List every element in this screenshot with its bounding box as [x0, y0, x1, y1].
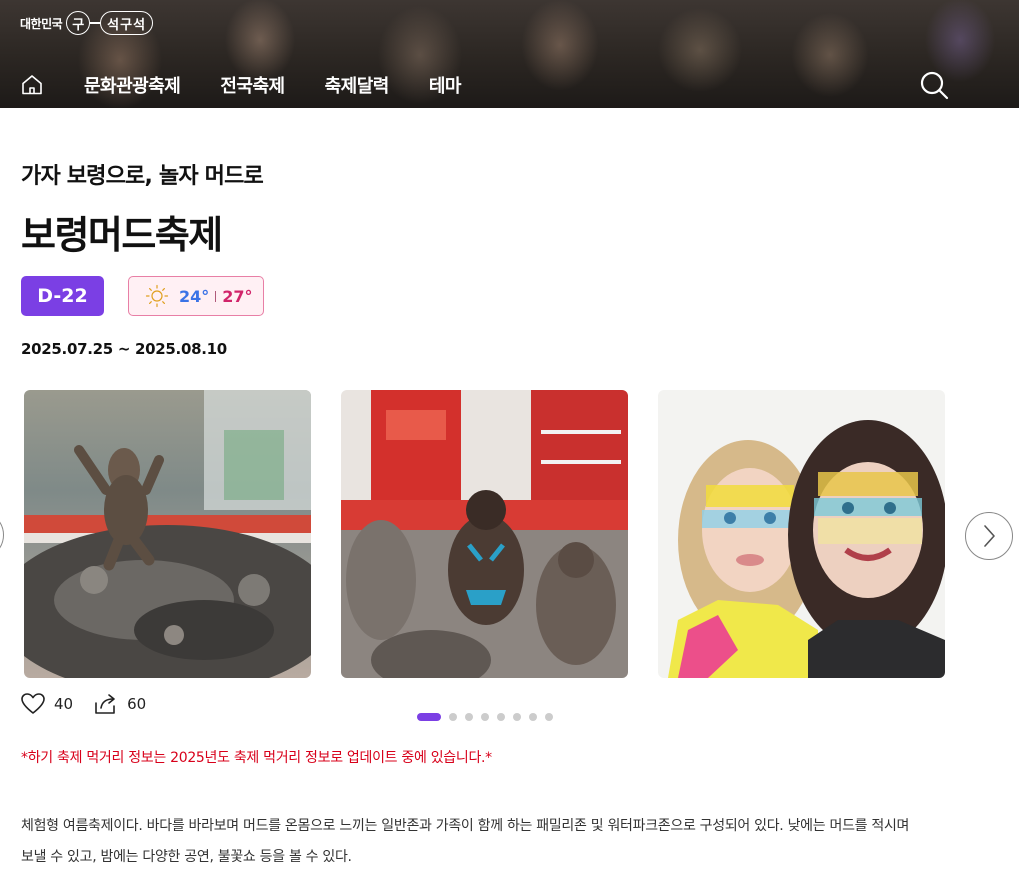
carousel-dot[interactable]	[465, 713, 473, 721]
dday-badge: D-22	[21, 276, 104, 316]
share-icon[interactable]	[93, 692, 119, 716]
nav-item-theme[interactable]: 테마	[429, 72, 462, 98]
carousel-prev-button[interactable]	[0, 511, 4, 559]
logo-pill: 석구석	[100, 11, 154, 35]
carousel-dot[interactable]	[497, 713, 505, 721]
carousel-slide[interactable]	[658, 390, 945, 678]
temp-divider	[215, 290, 217, 302]
heart-icon[interactable]	[20, 692, 46, 716]
carousel-dot[interactable]	[449, 713, 457, 721]
carousel-dot[interactable]	[545, 713, 553, 721]
like-count: 40	[54, 695, 74, 713]
main-nav: 문화관광축제 전국축제 축제달력 테마	[20, 70, 501, 100]
festival-description: 체험형 여름축제이다. 바다를 바라보며 머드를 온몸으로 느끼는 일반존과 가…	[21, 818, 910, 865]
mud-dance-photo	[341, 390, 628, 678]
temp-high: 27°	[222, 286, 253, 306]
nav-item-national-festival[interactable]: 전국축제	[220, 72, 285, 98]
home-icon[interactable]	[20, 73, 44, 97]
festival-title: 보령머드축제	[21, 213, 223, 257]
chevron-right-icon	[984, 525, 995, 547]
face-paint-photo	[658, 390, 945, 678]
carousel-dot[interactable]	[417, 713, 441, 721]
nav-item-culture-festival[interactable]: 문화관광축제	[84, 72, 181, 98]
sun-icon	[145, 284, 169, 308]
logo-circle: 구	[66, 11, 91, 35]
carousel-slide[interactable]	[24, 390, 311, 678]
site-header: 대한민국 구 석구석 문화관광축제 전국축제 축제달력 테마	[0, 0, 1019, 108]
temp-low: 24°	[179, 286, 210, 306]
search-icon[interactable]	[919, 70, 949, 100]
carousel-dot[interactable]	[529, 713, 537, 721]
nav-item-festival-calendar[interactable]: 축제달력	[325, 72, 390, 98]
mud-pool-photo	[24, 390, 311, 678]
logo-prefix: 대한민국	[20, 16, 63, 31]
carousel-slide[interactable]	[341, 390, 628, 678]
food-info-notice: *하기 축제 먹거리 정보는 2025년도 축제 먹거리 정보로 업데이트 중에…	[21, 750, 492, 766]
carousel-dot[interactable]	[513, 713, 521, 721]
weather-badge: 24° 27°	[128, 276, 264, 316]
carousel-next-button[interactable]	[965, 512, 1013, 560]
festival-subtitle: 가자 보령으로, 놀자 머드로	[21, 164, 264, 189]
action-bar: 40 60	[20, 691, 166, 717]
logo-divider	[90, 22, 101, 24]
carousel-dot[interactable]	[481, 713, 489, 721]
carousel-pagination	[417, 712, 561, 722]
site-logo[interactable]: 대한민국 구 석구석	[20, 10, 154, 36]
share-count: 60	[127, 695, 147, 713]
festival-dates: 2025.07.25 ~ 2025.08.10	[21, 340, 227, 358]
